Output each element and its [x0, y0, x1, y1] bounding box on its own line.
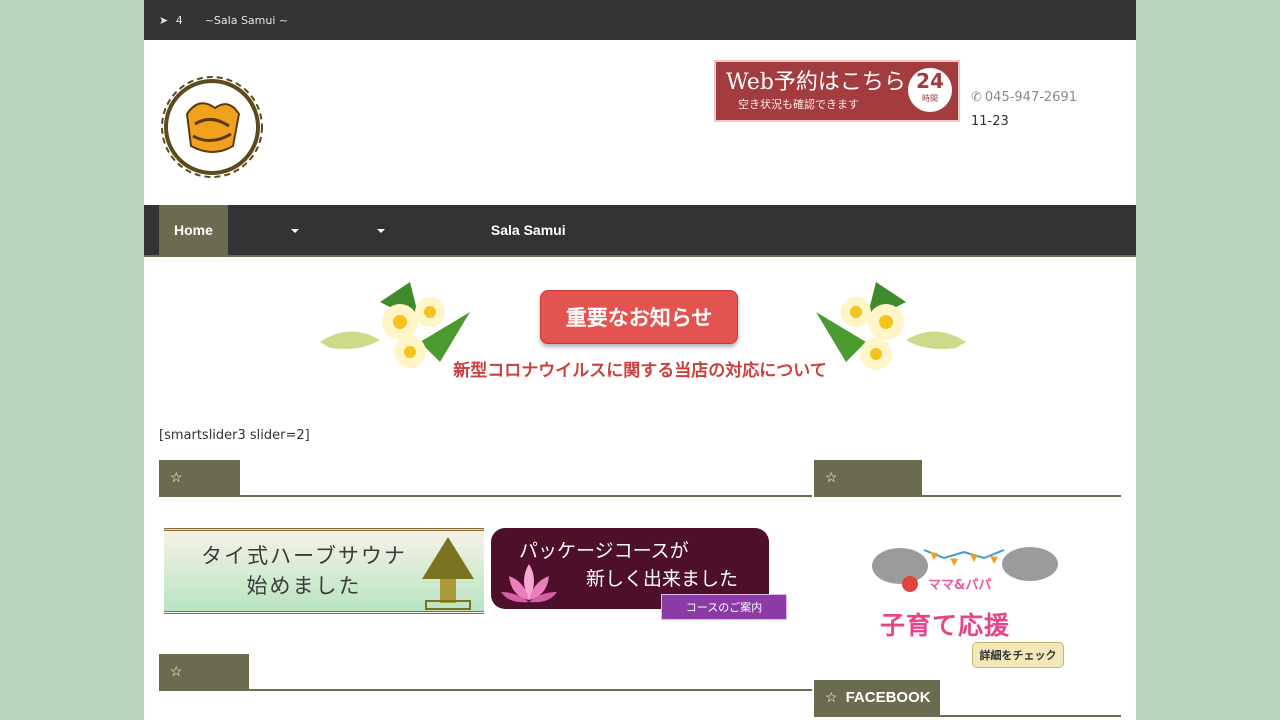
package-course-banner[interactable]: パッケージコースが 新しく出来ました コースのご案内 [491, 528, 787, 620]
site-header: Web予約はこちら 空き状況も確認できます 24 時間 ⁪⁪⁪⁪⁪⁪⁪ ✆045… [144, 40, 1136, 205]
24-hours-badge-number: 24 [916, 69, 944, 93]
top-bar-text: ⁪⁪⁪⁪⁪ ⁪⁪⁪⁪⁪⁪⁪4⁪ ⁪⁪⁪⁪⁪⁪⁪ ~Sala Samui ⁪⁪⁪⁪… [172, 14, 289, 27]
top-bar: ➤ ⁪⁪⁪⁪⁪ ⁪⁪⁪⁪⁪⁪⁪4⁪ ⁪⁪⁪⁪⁪⁪⁪ ~Sala Samui ⁪⁪… [144, 0, 1136, 40]
important-notice-button[interactable]: 重要なお知らせ [540, 290, 738, 344]
star-icon: ☆ [825, 469, 838, 485]
star-icon: ☆ [825, 689, 838, 705]
facebook-widget-header: ☆ FACEBOOK [814, 680, 1121, 717]
herb-sauna-banner[interactable]: タイ式ハーブサウナ 始めました [164, 528, 484, 614]
herb-sauna-line2: 始めました [246, 574, 362, 598]
parenting-title-small: ママ&パパ [928, 578, 992, 593]
nav-item-sala-samui[interactable]: Sala Samui [476, 205, 581, 255]
star-icon: ☆ [170, 663, 183, 679]
package-line2: 新しく出来ました [586, 568, 739, 590]
web-booking-banner[interactable]: Web予約はこちら 空き状況も確認できます 24 時間 [714, 60, 960, 122]
nav-item-dropdown-1[interactable] [228, 205, 314, 255]
phone-icon: ✆ [971, 90, 982, 105]
slider-shortcode-text: [smartslider3 slider=2] [159, 428, 310, 443]
nav-item-sala-samui-label: Sala Samui [490, 222, 566, 238]
phone-number[interactable]: ✆ 045-947-2691 [971, 86, 1077, 110]
sauna-tent-icon [422, 537, 474, 610]
caret-down-icon [290, 229, 299, 233]
nav-item-home[interactable]: Home [159, 205, 228, 255]
24-hours-badge-label: 時間 [922, 94, 938, 103]
nav-item-dropdown-2[interactable] [314, 205, 400, 255]
business-hours: ⁪⁪⁪⁪⁪11⁪-23⁪ [971, 114, 1009, 129]
facebook-widget-title: FACEBOOK [845, 689, 931, 706]
parenting-support-banner[interactable]: ママ&パパ 子育て応援 詳細をチェック [864, 538, 1064, 673]
details-check-button[interactable]: 詳細をチェック [972, 642, 1064, 668]
lotus-icon [501, 564, 557, 603]
corona-notice-link[interactable]: 新型コロナウイルスに関する当店の対応について [320, 356, 960, 381]
herb-sauna-line1: タイ式ハーブサウナ [201, 544, 407, 568]
location-arrow-icon: ➤ [159, 13, 169, 27]
24-hours-badge: 24 時間 [908, 68, 952, 112]
contact-info: ⁪⁪⁪⁪⁪⁪⁪ ✆045-947-2691 ⁪⁪⁪⁪⁪11⁪-23⁪ [971, 62, 1077, 134]
package-line1: パッケージコースが [519, 540, 689, 562]
main-widget-header-1: ☆ [159, 460, 812, 497]
main-widget-tab-2: ☆ [159, 654, 249, 689]
site-logo[interactable] [159, 74, 265, 184]
contact-label: ⁪⁪⁪⁪⁪⁪⁪ [971, 62, 1077, 86]
star-icon: ☆ [170, 469, 183, 485]
page-container: ➤ ⁪⁪⁪⁪⁪ ⁪⁪⁪⁪⁪⁪⁪4⁪ ⁪⁪⁪⁪⁪⁪⁪ ~Sala Samui ⁪⁪… [144, 0, 1136, 720]
sidebar-widget-header-1: ☆ [814, 460, 1121, 497]
caret-down-icon [376, 229, 385, 233]
phone-number-text: 045-947-2691 [984, 90, 1077, 105]
sidebar-widget-tab-1: ☆ [814, 460, 922, 495]
facebook-widget-tab: ☆ FACEBOOK [814, 680, 940, 715]
course-guide-ribbon[interactable]: コースのご案内 [661, 594, 787, 620]
important-notice-banner[interactable]: 重要なお知らせ 新型コロナウイルスに関する当店の対応について [320, 282, 966, 382]
parenting-title-large: 子育て応援 [880, 611, 1011, 640]
nav-item-home-label: Home [174, 222, 213, 238]
main-nav: Home Sala Samui [144, 205, 1136, 257]
main-widget-tab-1: ☆ [159, 460, 240, 495]
important-notice-label: 重要なお知らせ [565, 306, 713, 330]
main-widget-header-2: ☆ [159, 654, 812, 691]
